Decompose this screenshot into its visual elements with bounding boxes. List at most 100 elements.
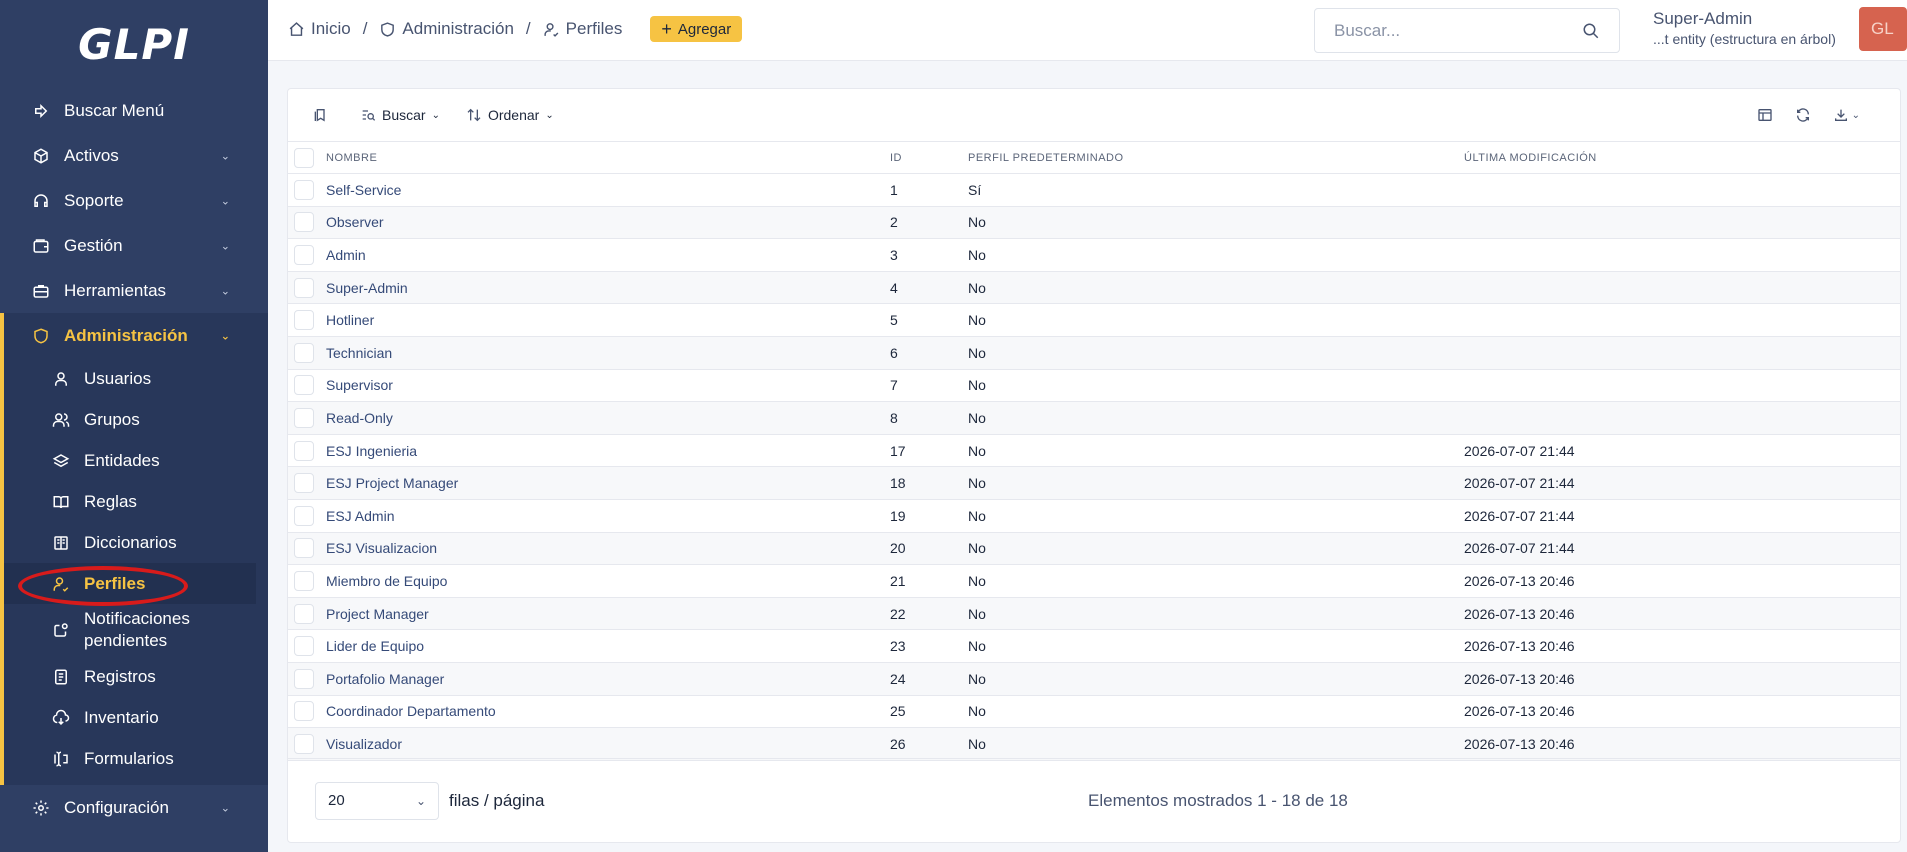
profile-id-cell: 19 — [890, 499, 968, 533]
table-row[interactable]: Hotliner 5 No — [288, 303, 1900, 337]
search-input[interactable] — [1334, 20, 1582, 41]
profile-link[interactable]: ESJ Admin — [326, 508, 394, 524]
sidebar-item-herramientas[interactable]: Herramientas ⌄ — [0, 268, 268, 313]
profile-link[interactable]: Lider de Equipo — [326, 638, 424, 654]
sidebar-item-entidades[interactable]: Entidades — [4, 440, 268, 481]
profile-link[interactable]: Visualizador — [326, 736, 402, 752]
row-checkbox[interactable] — [294, 277, 314, 298]
glpi-logo[interactable]: GLPI — [0, 0, 268, 88]
row-checkbox[interactable] — [294, 733, 314, 754]
sidebar-item-grupos[interactable]: Grupos — [4, 399, 268, 440]
row-checkbox[interactable] — [294, 407, 314, 428]
sidebar-item-usuarios[interactable]: Usuarios — [4, 358, 268, 399]
sidebar-item-formularios[interactable]: Formularios — [4, 738, 268, 779]
profile-link[interactable]: Technician — [326, 345, 392, 361]
profile-link[interactable]: Read-Only — [326, 410, 393, 426]
row-checkbox-cell — [288, 532, 326, 566]
sidebar-item-inventario[interactable]: Inventario — [4, 697, 268, 738]
table-row[interactable]: Lider de Equipo 23 No 2026-07-13 20:46 — [288, 629, 1900, 663]
columns-icon[interactable] — [1757, 107, 1773, 123]
profile-link[interactable]: Portafolio Manager — [326, 671, 444, 687]
sidebar-item-reglas[interactable]: Reglas — [4, 481, 268, 522]
table-row[interactable]: ESJ Admin 19 No 2026-07-07 21:44 — [288, 499, 1900, 533]
table-row[interactable]: Project Manager 22 No 2026-07-13 20:46 — [288, 597, 1900, 631]
avatar[interactable]: GL — [1859, 7, 1907, 51]
export-button[interactable]: ⌄ — [1833, 107, 1860, 123]
table-row[interactable]: Visualizador 26 No 2026-07-13 20:46 — [288, 727, 1900, 761]
profile-link[interactable]: ESJ Ingenieria — [326, 443, 417, 459]
refresh-icon[interactable] — [1795, 107, 1811, 123]
row-checkbox[interactable] — [294, 310, 314, 331]
row-checkbox[interactable] — [294, 375, 314, 396]
table-row[interactable]: Super-Admin 4 No — [288, 271, 1900, 305]
column-header-default[interactable]: PERFIL PREDETERMINADO — [968, 141, 1464, 174]
table-row[interactable]: Miembro de Equipo 21 No 2026-07-13 20:46 — [288, 564, 1900, 598]
profile-link[interactable]: Hotliner — [326, 312, 374, 328]
sidebar-item-activos[interactable]: Activos ⌄ — [0, 133, 268, 178]
column-header-id[interactable]: ID — [890, 141, 968, 174]
user-menu[interactable]: Super-Admin ...t entity (estructura en á… — [1653, 9, 1836, 47]
table-row[interactable]: ESJ Project Manager 18 No 2026-07-07 21:44 — [288, 466, 1900, 500]
table-row[interactable]: ESJ Visualizacion 20 No 2026-07-07 21:44 — [288, 532, 1900, 566]
row-checkbox[interactable] — [294, 473, 314, 494]
profile-link[interactable]: Supervisor — [326, 377, 393, 393]
table-row[interactable]: Supervisor 7 No — [288, 369, 1900, 403]
row-checkbox[interactable] — [294, 668, 314, 689]
row-checkbox[interactable] — [294, 244, 314, 265]
sidebar-item-buscar-menu[interactable]: Buscar Menú — [0, 88, 268, 133]
sidebar-item-soporte[interactable]: Soporte ⌄ — [0, 178, 268, 223]
table-row[interactable]: Self-Service 1 Sí — [288, 173, 1900, 207]
profile-link[interactable]: ESJ Project Manager — [326, 475, 458, 491]
profile-link[interactable]: Miembro de Equipo — [326, 573, 447, 589]
breadcrumb-administracion[interactable]: Administración — [379, 19, 514, 39]
row-checkbox[interactable] — [294, 538, 314, 559]
sidebar-item-perfiles[interactable]: Perfiles — [4, 563, 256, 606]
sidebar-item-diccionarios[interactable]: Diccionarios — [4, 522, 268, 563]
row-checkbox[interactable] — [294, 440, 314, 461]
sidebar-item-gestion[interactable]: Gestión ⌄ — [0, 223, 268, 268]
cube-icon — [30, 147, 52, 165]
table-row[interactable]: ESJ Ingenieria 17 No 2026-07-07 21:44 — [288, 434, 1900, 468]
profile-link[interactable]: Project Manager — [326, 606, 429, 622]
search-criteria-button[interactable]: Buscar ⌄ — [360, 107, 440, 123]
column-header-nombre[interactable]: NOMBRE — [326, 141, 890, 174]
column-header-last-modified[interactable]: ÚLTIMA MODIFICACIÓN — [1464, 141, 1900, 174]
select-all-cell — [288, 141, 326, 174]
table-row[interactable]: Coordinador Departamento 25 No 2026-07-13 2… — [288, 695, 1900, 729]
sort-button[interactable]: Ordenar ⌄ — [466, 107, 554, 123]
row-checkbox[interactable] — [294, 505, 314, 526]
table-row[interactable]: Observer 2 No — [288, 206, 1900, 240]
sidebar-item-notificaciones[interactable]: Notificaciones pendientes — [4, 604, 268, 656]
row-checkbox[interactable] — [294, 179, 314, 200]
sidebar-item-administracion[interactable]: Administración ⌄ — [0, 313, 268, 358]
page-size-select[interactable]: 20 ⌄ — [315, 781, 439, 820]
profile-link[interactable]: Coordinador Departamento — [326, 703, 496, 719]
row-checkbox[interactable] — [294, 636, 314, 657]
select-all-checkbox[interactable] — [294, 147, 314, 168]
add-button[interactable]: + Agregar — [650, 16, 743, 42]
saved-searches-button[interactable] — [312, 107, 328, 123]
breadcrumb-perfiles[interactable]: Perfiles — [543, 19, 622, 39]
profile-link[interactable]: Observer — [326, 214, 384, 230]
search-icon[interactable] — [1582, 22, 1600, 40]
profile-modified-cell — [1464, 238, 1900, 272]
table-row[interactable]: Read-Only 8 No — [288, 401, 1900, 435]
profile-link[interactable]: ESJ Visualizacion — [326, 540, 437, 556]
profile-link[interactable]: Super-Admin — [326, 280, 408, 296]
row-checkbox[interactable] — [294, 603, 314, 624]
sidebar-item-configuracion[interactable]: Configuración ⌄ — [0, 785, 268, 830]
sidebar-item-registros[interactable]: Registros — [4, 656, 268, 697]
table-row[interactable]: Portafolio Manager 24 No 2026-07-13 20:46 — [288, 662, 1900, 696]
profile-modified-cell: 2026-07-13 20:46 — [1464, 695, 1900, 729]
row-checkbox[interactable] — [294, 570, 314, 591]
profile-id-cell: 17 — [890, 434, 968, 468]
profile-name-cell: Visualizador — [326, 727, 890, 761]
table-row[interactable]: Admin 3 No — [288, 238, 1900, 272]
profile-link[interactable]: Self-Service — [326, 182, 401, 198]
row-checkbox[interactable] — [294, 701, 314, 722]
table-row[interactable]: Technician 6 No — [288, 336, 1900, 370]
row-checkbox[interactable] — [294, 342, 314, 363]
breadcrumb-inicio[interactable]: Inicio — [288, 19, 351, 39]
row-checkbox[interactable] — [294, 212, 314, 233]
profile-link[interactable]: Admin — [326, 247, 366, 263]
